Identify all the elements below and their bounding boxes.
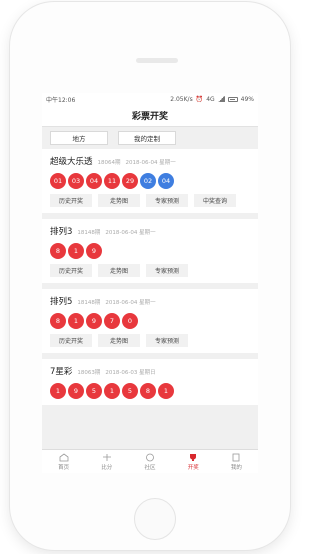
red-ball: 1 (68, 313, 84, 329)
trophy-icon (188, 453, 198, 462)
lottery-issue: 18064期 (97, 160, 121, 166)
page-title: 彩票开奖 (42, 105, 258, 127)
red-ball: 11 (104, 173, 120, 189)
phone-speaker (136, 58, 178, 63)
blue-ball: 02 (140, 173, 156, 189)
tab-label: 我的 (230, 464, 242, 471)
app-screen: 中午12:06 2.05K/s ⏰ 4G 49% 彩票开奖 地方 我的定制 超级… (42, 93, 258, 473)
history-button[interactable]: 历史开奖 (50, 334, 92, 347)
lottery-name: 超级大乐透 (50, 157, 93, 167)
tab-label: 比分 (101, 464, 113, 471)
red-ball: 9 (86, 313, 102, 329)
lottery-issue: 18148期 (77, 230, 101, 236)
lottery-card[interactable]: 7星彩 18063期 2018-06-03 星期日 1 9 5 1 5 8 1 (42, 359, 258, 405)
history-button[interactable]: 历史开奖 (50, 194, 92, 207)
network-type: 4G (206, 95, 215, 103)
score-icon (102, 453, 112, 462)
red-ball: 1 (158, 383, 174, 399)
alarm-icon: ⏰ (195, 95, 204, 103)
profile-icon (231, 453, 241, 462)
lottery-name: 排列3 (50, 227, 73, 237)
red-ball: 7 (104, 313, 120, 329)
red-ball: 8 (50, 313, 66, 329)
red-ball: 03 (68, 173, 84, 189)
bottom-tab-bar: 首页 比分 社区 开奖 我的 (42, 449, 258, 473)
home-icon (59, 453, 69, 462)
filter-bar: 地方 我的定制 (42, 127, 258, 149)
red-ball: 5 (122, 383, 138, 399)
lottery-issue: 18063期 (77, 370, 101, 376)
red-ball: 1 (104, 383, 120, 399)
tab-community[interactable]: 社区 (128, 450, 171, 473)
winning-numbers: 819 (50, 243, 252, 259)
card-actions: 历史开奖 走势图 专家预测 中奖查询 (50, 194, 252, 207)
community-icon (145, 453, 155, 462)
lottery-issue: 18148期 (77, 300, 101, 306)
lottery-date: 2018-06-04 星期一 (125, 160, 176, 166)
tab-score[interactable]: 比分 (85, 450, 128, 473)
lottery-name: 7星彩 (50, 367, 73, 377)
red-ball: 1 (50, 383, 66, 399)
network-speed: 2.05K/s (170, 95, 193, 103)
winning-numbers: 01 03 04 11 29 02 04 (50, 173, 252, 189)
red-ball: 8 (50, 243, 66, 259)
red-ball: 8 (140, 383, 156, 399)
winning-numbers: 81970 (50, 313, 252, 329)
battery-icon (227, 96, 238, 102)
tab-label: 社区 (144, 464, 156, 471)
expert-button[interactable]: 专家预测 (146, 194, 188, 207)
battery-level: 49% (240, 95, 254, 103)
signal-icon (217, 96, 225, 102)
lottery-date: 2018-06-03 星期日 (105, 370, 156, 376)
tab-label: 开奖 (187, 464, 199, 471)
tab-lottery[interactable]: 开奖 (172, 450, 215, 473)
lottery-list: 超级大乐透 18064期 2018-06-04 星期一 01 03 04 11 29 02 04 历… (42, 149, 258, 405)
red-ball: 5 (86, 383, 102, 399)
lottery-card[interactable]: 排列5 18148期 2018-06-04 星期一 8 1 9 7 0 历史开奖 走势图 专家预测 (42, 289, 258, 353)
lottery-date: 2018-06-04 星期一 (105, 300, 156, 306)
filter-local-button[interactable]: 地方 (50, 131, 108, 145)
red-ball: 0 (122, 313, 138, 329)
lottery-card-header: 超级大乐透 18064期 2018-06-04 星期一 (50, 155, 252, 167)
trend-button[interactable]: 走势图 (98, 264, 140, 277)
red-ball: 1 (68, 243, 84, 259)
tab-home[interactable]: 首页 (42, 450, 85, 473)
winning-numbers: 1951581 (50, 383, 252, 399)
tab-mine[interactable]: 我的 (215, 450, 258, 473)
red-ball: 29 (122, 173, 138, 189)
card-actions: 历史开奖 走势图 专家预测 (50, 264, 252, 277)
expert-button[interactable]: 专家预测 (146, 264, 188, 277)
red-ball: 9 (86, 243, 102, 259)
trend-button[interactable]: 走势图 (98, 334, 140, 347)
lottery-date: 2018-06-04 星期一 (105, 230, 156, 236)
card-actions: 历史开奖 走势图 专家预测 (50, 334, 252, 347)
filter-custom-button[interactable]: 我的定制 (118, 131, 176, 145)
red-ball: 01 (50, 173, 66, 189)
tab-label: 首页 (58, 464, 70, 471)
red-ball: 04 (86, 173, 102, 189)
expert-button[interactable]: 专家预测 (146, 334, 188, 347)
lottery-card-header: 7星彩 18063期 2018-06-03 星期日 (50, 365, 252, 377)
lottery-card-header: 排列5 18148期 2018-06-04 星期一 (50, 295, 252, 307)
status-time: 中午12:06 (46, 96, 76, 104)
red-ball: 9 (68, 383, 84, 399)
history-button[interactable]: 历史开奖 (50, 264, 92, 277)
lottery-card-header: 排列3 18148期 2018-06-04 星期一 (50, 225, 252, 237)
lottery-card[interactable]: 超级大乐透 18064期 2018-06-04 星期一 01 03 04 11 29 02 04 历… (42, 149, 258, 213)
home-button[interactable] (134, 498, 176, 540)
prize-query-button[interactable]: 中奖查询 (194, 194, 236, 207)
lottery-card[interactable]: 排列3 18148期 2018-06-04 星期一 8 1 9 历史开奖 走势图 专家预测 (42, 219, 258, 283)
lottery-name: 排列5 (50, 297, 73, 307)
trend-button[interactable]: 走势图 (98, 194, 140, 207)
blue-ball: 04 (158, 173, 174, 189)
status-bar: 中午12:06 2.05K/s ⏰ 4G 49% (42, 93, 258, 105)
